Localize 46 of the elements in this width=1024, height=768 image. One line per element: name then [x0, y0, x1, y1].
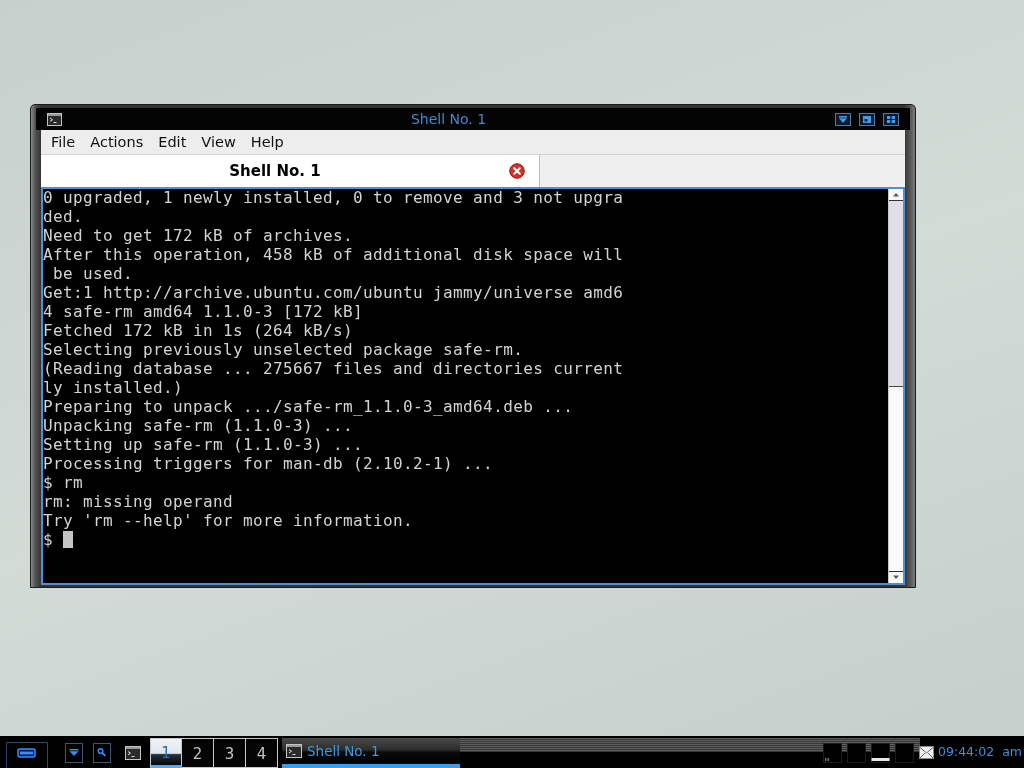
menu-item[interactable]: Actions [82, 132, 151, 152]
meter-icon [871, 743, 890, 763]
window-icon[interactable] [6, 742, 48, 768]
terminal-line: Preparing to unpack .../safe-rm_1.1.0-3_amd64.deb ... [43, 397, 574, 416]
terminal-line: 4 safe-rm amd64 1.1.0-3 [172 kB] [43, 302, 364, 321]
window-title: Shell No. 1 [410, 111, 487, 127]
scrollbar-thumb[interactable] [889, 201, 903, 387]
terminal-icon[interactable] [125, 746, 141, 760]
clock-period: am [1002, 744, 1022, 760]
terminal-line: Fetched 172 kB in 1s (264 kB/s) [43, 321, 354, 340]
task-button[interactable]: Shell No. 1 [282, 738, 460, 768]
terminal-line: $ rm [43, 473, 83, 492]
clock-time: 09:44:02 [938, 744, 995, 760]
terminal-line: $ [43, 530, 53, 549]
workspace-button[interactable]: 2 [182, 738, 214, 768]
grid-icon[interactable] [883, 112, 899, 126]
terminal-icon[interactable] [47, 112, 62, 126]
menu-item[interactable]: Edit [150, 132, 194, 152]
meter-icon [823, 743, 842, 763]
meter-icon [895, 743, 914, 763]
terminal-line: Unpacking safe-rm (1.1.0-3) ... [43, 416, 354, 435]
terminal-line: rm: missing operand [43, 492, 234, 511]
terminal-line: After this operation, 458 kB of additional disk space will [43, 245, 624, 264]
menu-item[interactable]: File [43, 132, 83, 152]
mail-icon[interactable] [919, 746, 934, 759]
terminal-line: Setting up safe-rm (1.1.0-3) ... [43, 435, 364, 454]
terminal-line: ded. [43, 207, 83, 226]
terminal-line: (Reading database ... 275667 files and directories current [43, 359, 624, 378]
tab[interactable]: Shell No. 1 [41, 155, 540, 187]
terminal-line: Processing triggers for man-db (2.10.2-1) ... [43, 454, 494, 473]
menu-item[interactable]: View [193, 132, 244, 152]
terminal-line: be used. [52, 264, 134, 283]
terminal-line: Need to get 172 kB of archives. [43, 226, 354, 245]
terminal-line: Try 'rm --help' for more information. [43, 511, 414, 530]
restore-icon[interactable] [859, 112, 875, 126]
workspace-button[interactable]: 3 [214, 738, 246, 768]
workspace-button[interactable]: 4 [246, 738, 278, 768]
terminal-line: Get:1 http://archive.ubuntu.com/ubuntu jammy/universe amd6 [43, 283, 624, 302]
terminal-icon [286, 744, 302, 758]
terminal-line: ly installed.) [43, 378, 184, 397]
close-icon[interactable] [509, 163, 525, 179]
menu-item[interactable]: Help [243, 132, 292, 152]
terminal-line: 0 upgraded, 1 newly installed, 0 to remove and 3 not upgra [43, 188, 624, 207]
meter-icon [847, 743, 866, 763]
terminal-line: Selecting previously unselected package safe-rm. [43, 340, 524, 359]
search-icon[interactable] [93, 743, 111, 763]
